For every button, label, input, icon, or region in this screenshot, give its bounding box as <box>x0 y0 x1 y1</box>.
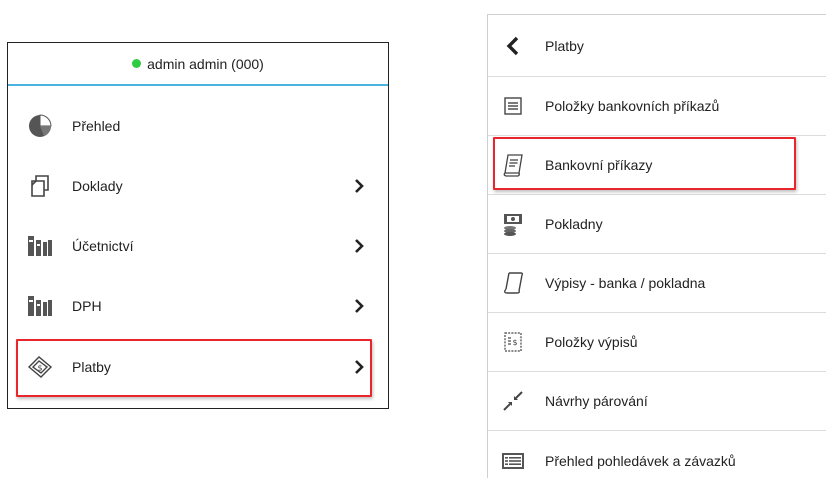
submenu-item-label: Položky výpisů <box>545 334 638 350</box>
chevron-right-icon <box>353 178 365 194</box>
menu-item-prehled[interactable]: Přehled <box>8 98 388 154</box>
submenu-back-button[interactable]: Platby <box>488 15 826 77</box>
submenu-item-prehled-pohledavek[interactable]: Přehled pohledávek a závazků <box>488 431 826 478</box>
statement-item-icon: $ <box>500 329 526 355</box>
chevron-right-icon <box>353 238 365 254</box>
submenu-item-label: Bankovní příkazy <box>545 157 653 173</box>
submenu-item-vypisy[interactable]: Výpisy - banka / pokladna <box>488 254 826 313</box>
menu-item-label: Přehled <box>72 118 121 134</box>
online-status-dot <box>132 59 142 68</box>
menu-item-doklady[interactable]: Doklady <box>8 158 388 214</box>
submenu-panel: Platby Položky bankovních příkazů Bankov… <box>487 14 826 478</box>
submenu-item-polozky-bankovnich-prikazu[interactable]: Položky bankovních příkazů <box>488 77 826 136</box>
books-icon <box>26 232 54 260</box>
pie-chart-icon <box>26 112 54 140</box>
main-menu-panel: admin admin (000) Přehled Doklady Účetni… <box>7 42 389 409</box>
submenu-item-label: Pokladny <box>545 216 603 232</box>
submenu-item-polozky-vypisu[interactable]: $ Položky výpisů <box>488 313 826 372</box>
submenu-item-label: Přehled pohledávek a závazků <box>545 452 736 469</box>
menu-item-dph[interactable]: DPH <box>8 278 388 334</box>
menu-item-platby[interactable]: $ Platby <box>8 339 388 395</box>
svg-text:$: $ <box>38 364 43 373</box>
submenu-item-pokladny[interactable]: Pokladny <box>488 195 826 254</box>
submenu-item-bankovni-prikazy[interactable]: Bankovní příkazy <box>488 136 826 195</box>
bank-order-icon <box>500 152 526 178</box>
cash-register-icon <box>500 211 526 237</box>
statement-scroll-icon <box>500 270 526 296</box>
payment-icon: $ <box>26 353 54 381</box>
user-status-header: admin admin (000) <box>8 43 388 86</box>
svg-text:$: $ <box>513 338 518 347</box>
user-name: admin admin (000) <box>147 55 264 72</box>
documents-icon <box>26 172 54 200</box>
menu-item-label: Účetnictví <box>72 238 134 254</box>
list-document-icon <box>500 93 526 119</box>
submenu-title: Platby <box>545 37 584 54</box>
chevron-left-icon <box>500 33 526 59</box>
menu-item-label: Platby <box>72 359 111 375</box>
pairing-arrows-icon <box>500 388 526 414</box>
overview-list-icon <box>500 448 526 474</box>
submenu-item-navrhy-parovani[interactable]: Návrhy párování <box>488 372 826 431</box>
submenu-item-label: Výpisy - banka / pokladna <box>545 275 706 291</box>
submenu-item-label: Položky bankovních příkazů <box>545 98 720 114</box>
menu-item-label: Doklady <box>72 178 123 194</box>
chevron-right-icon <box>353 359 365 375</box>
chevron-right-icon <box>353 298 365 314</box>
menu-item-label: DPH <box>72 298 102 314</box>
menu-item-ucetnictvi[interactable]: Účetnictví <box>8 218 388 274</box>
books-icon <box>26 292 54 320</box>
submenu-item-label: Návrhy párování <box>545 393 648 409</box>
